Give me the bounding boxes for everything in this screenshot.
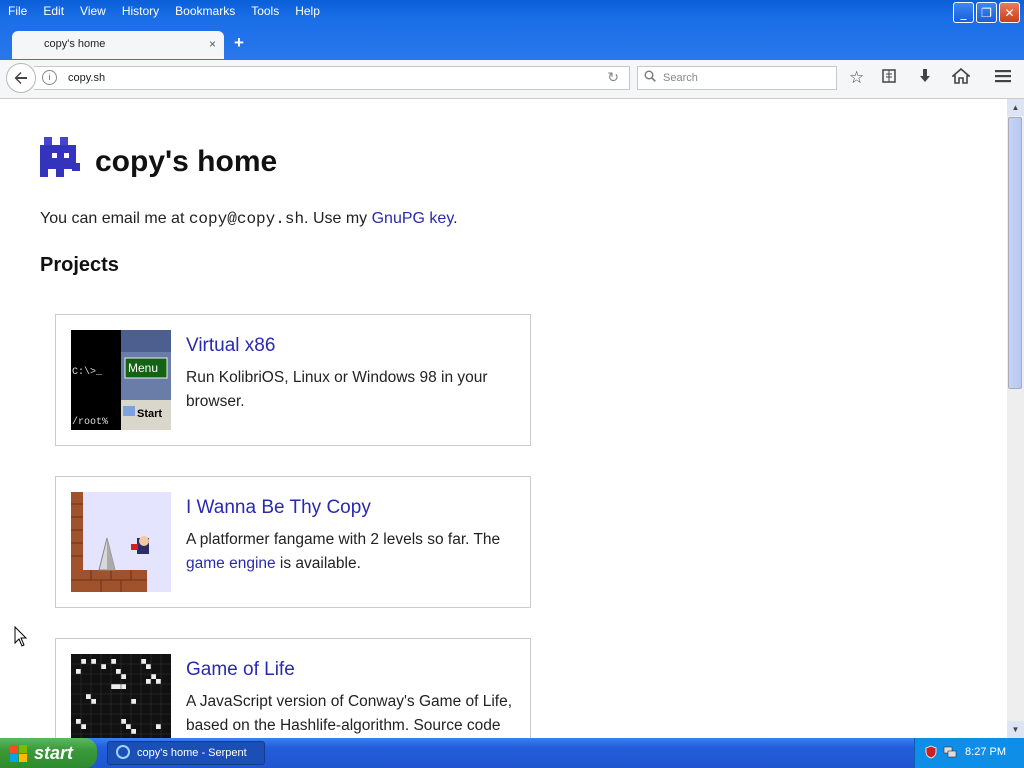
back-button[interactable] [6, 63, 36, 93]
project-card-virtual-x86: C:\>_ Menu /root% Start Virtual x86 Run … [55, 314, 531, 446]
mouse-cursor-icon [14, 626, 28, 647]
url-text[interactable]: copy.sh [68, 72, 105, 84]
scroll-up-icon[interactable]: ▲ [1007, 99, 1024, 116]
home-icon[interactable] [950, 67, 972, 89]
projects-heading: Projects [40, 254, 119, 276]
restore-button[interactable]: ❐ [976, 2, 997, 23]
network-icon[interactable] [943, 745, 957, 759]
thumb-menu-label: Menu [128, 361, 159, 375]
scroll-thumb[interactable] [1008, 117, 1022, 389]
window-controls: _ ❐ ✕ [953, 2, 1020, 23]
downloads-icon[interactable] [917, 68, 933, 89]
tab-close-icon[interactable]: × [209, 31, 216, 57]
gnupg-key-link[interactable]: GnuPG key [372, 210, 454, 227]
i-wanna-be-thy-copy-description: A platformer fangame with 2 levels so fa… [186, 528, 521, 576]
start-button[interactable]: start [0, 738, 97, 768]
window-titlebar: File Edit View History Bookmarks Tools H… [0, 0, 1024, 60]
menu-help[interactable]: Help [287, 0, 328, 22]
page-content: copy's home You can email me at copy@cop… [0, 99, 1007, 738]
hamburger-menu-icon[interactable] [994, 68, 1012, 89]
page-title: copy's home [95, 145, 278, 178]
navigation-toolbar: i copy.sh ↻ Search ☆ [0, 60, 1024, 99]
search-bar[interactable]: Search [637, 66, 837, 90]
intro-prefix: You can email me at [40, 210, 189, 227]
taskbar-window-button[interactable]: copy's home - Serpent [107, 741, 265, 765]
info-icon[interactable]: i [42, 70, 57, 85]
desc-prefix: A platformer fangame with 2 levels so fa… [186, 531, 501, 548]
serpent-browser-icon [116, 745, 130, 759]
thumb-prompt-root: /root% [72, 417, 109, 428]
virtual-x86-description: Run KolibriOS, Linux or Windows 98 in yo… [186, 369, 488, 410]
system-tray: 8:27 PM [914, 738, 1024, 768]
menu-edit[interactable]: Edit [35, 0, 72, 22]
minimize-button[interactable]: _ [953, 2, 974, 23]
menu-tools[interactable]: Tools [243, 0, 287, 22]
virtual-x86-thumbnail[interactable]: C:\>_ Menu /root% Start [71, 330, 171, 430]
windows-logo-icon [10, 745, 27, 762]
game-of-life-description: A JavaScript version of Conway's Game of… [186, 693, 513, 734]
tab-title: copy's home [44, 38, 106, 50]
start-label: start [34, 743, 74, 763]
reload-icon[interactable]: ↻ [607, 69, 619, 86]
desc-suffix: is available. [275, 555, 361, 572]
new-tab-button[interactable]: + [234, 33, 244, 53]
thumb-prompt-dos: C:\>_ [72, 367, 103, 378]
menu-history[interactable]: History [114, 0, 167, 22]
intro-text: You can email me at copy@copy.sh. Use my… [40, 210, 458, 228]
project-card-i-wanna-be-thy-copy: I Wanna Be Thy Copy A platformer fangame… [55, 476, 531, 608]
intro-suffix: . [453, 210, 458, 227]
game-of-life-link[interactable]: Game of Life [186, 659, 295, 681]
security-shield-icon[interactable] [924, 745, 938, 759]
i-wanna-be-thy-copy-thumbnail[interactable] [71, 492, 171, 592]
email-address: copy@copy.sh [188, 210, 305, 228]
search-icon [644, 70, 656, 85]
game-engine-link[interactable]: game engine [186, 555, 276, 572]
intro-middle: . Use my [304, 210, 372, 227]
game-of-life-thumbnail[interactable] [71, 654, 171, 738]
clock[interactable]: 8:27 PM [965, 746, 1006, 758]
i-wanna-be-thy-copy-link[interactable]: I Wanna Be Thy Copy [186, 497, 371, 519]
close-window-button[interactable]: ✕ [999, 2, 1020, 23]
search-placeholder: Search [663, 72, 698, 84]
reading-list-icon[interactable] [881, 68, 897, 89]
menu-file[interactable]: File [0, 0, 35, 22]
menu-bookmarks[interactable]: Bookmarks [167, 0, 243, 22]
project-card-game-of-life: Game of Life A JavaScript version of Con… [55, 638, 531, 738]
bookmark-star-icon[interactable]: ☆ [849, 68, 864, 88]
back-arrow-icon [14, 72, 27, 84]
taskbar: start copy's home - Serpent 8:27 PM [0, 738, 1024, 768]
menu-view[interactable]: View [72, 0, 114, 22]
menu-bar: File Edit View History Bookmarks Tools H… [0, 0, 940, 22]
thumb-start-label: Start [137, 408, 163, 420]
virtual-x86-link[interactable]: Virtual x86 [186, 335, 275, 357]
scroll-down-icon[interactable]: ▼ [1007, 721, 1024, 738]
space-invader-logo-icon [40, 137, 80, 177]
tab-active[interactable]: copy's home × [12, 31, 224, 59]
url-bar[interactable]: i copy.sh ↻ [34, 66, 630, 90]
taskbar-window-title: copy's home - Serpent [137, 747, 247, 759]
vertical-scrollbar[interactable]: ▲ ▼ [1007, 99, 1024, 738]
